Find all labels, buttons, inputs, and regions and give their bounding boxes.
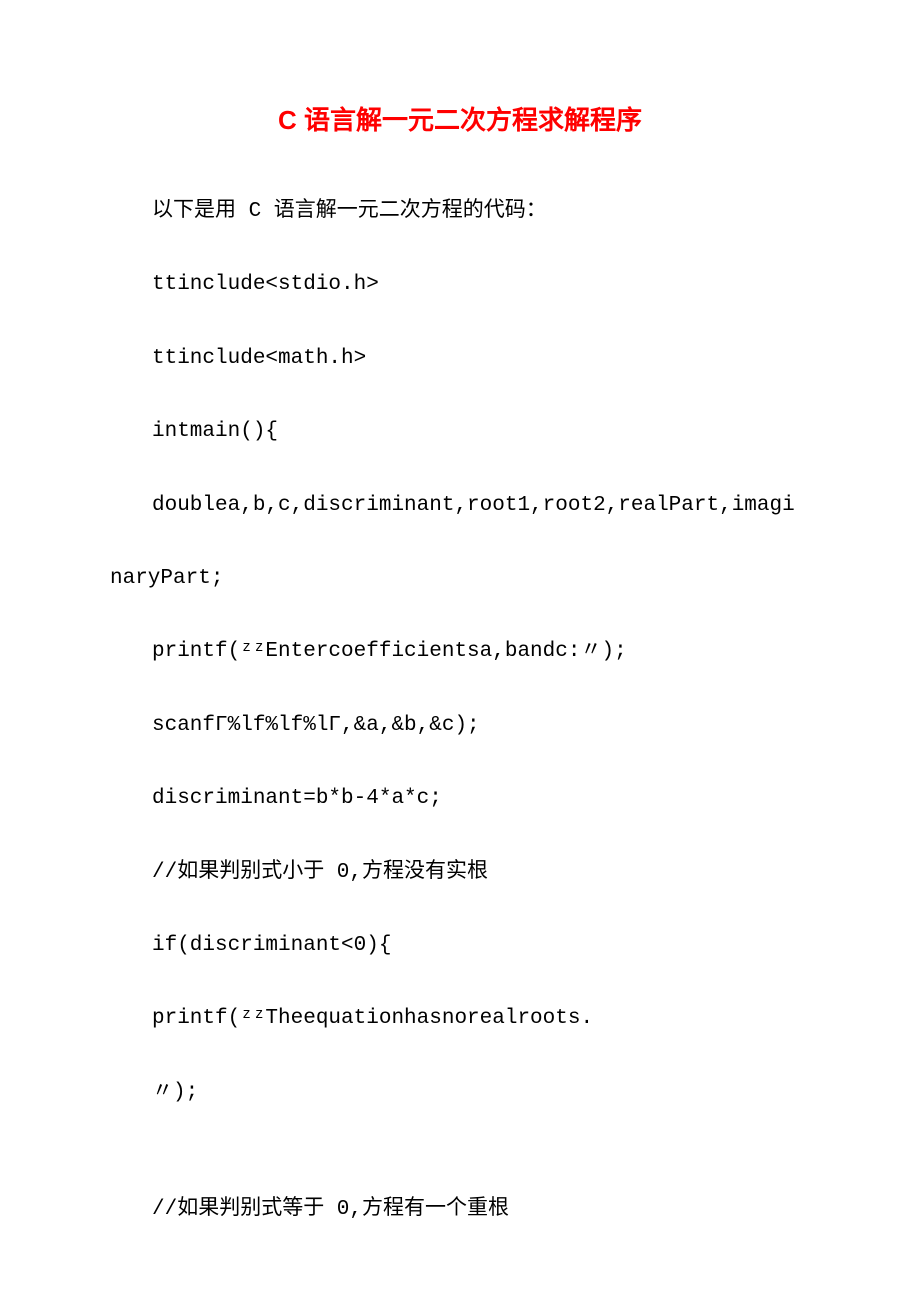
code-line: //如果判别式等于 0,方程有一个重根 [110,1195,810,1224]
code-line: ttinclude<stdio.h> [110,270,810,299]
code-line: discriminant=b*b-4*a*c; [110,784,810,813]
code-line: scanfΓ%lf%lf%lΓ,&a,&b,&c); [110,711,810,740]
code-line: //如果判别式小于 0,方程没有实根 [110,858,810,887]
code-line: naryPart; [110,564,810,593]
code-line: if(discriminant<0){ [110,931,810,960]
code-line: printf(ᶻᶻEntercoefficientsa,bandc:〃); [110,637,810,666]
code-line: doublea,b,c,discriminant,root1,root2,rea… [110,491,810,520]
code-line: printf(ᶻᶻTheequationhasnorealroots. [110,1004,810,1033]
code-line: 〃); [110,1078,810,1107]
code-line: intmain(){ [110,417,810,446]
document-title: C 语言解一元二次方程求解程序 [110,100,810,137]
intro-line: 以下是用 C 语言解一元二次方程的代码： [110,197,810,226]
code-line: ttinclude<math.h> [110,344,810,373]
